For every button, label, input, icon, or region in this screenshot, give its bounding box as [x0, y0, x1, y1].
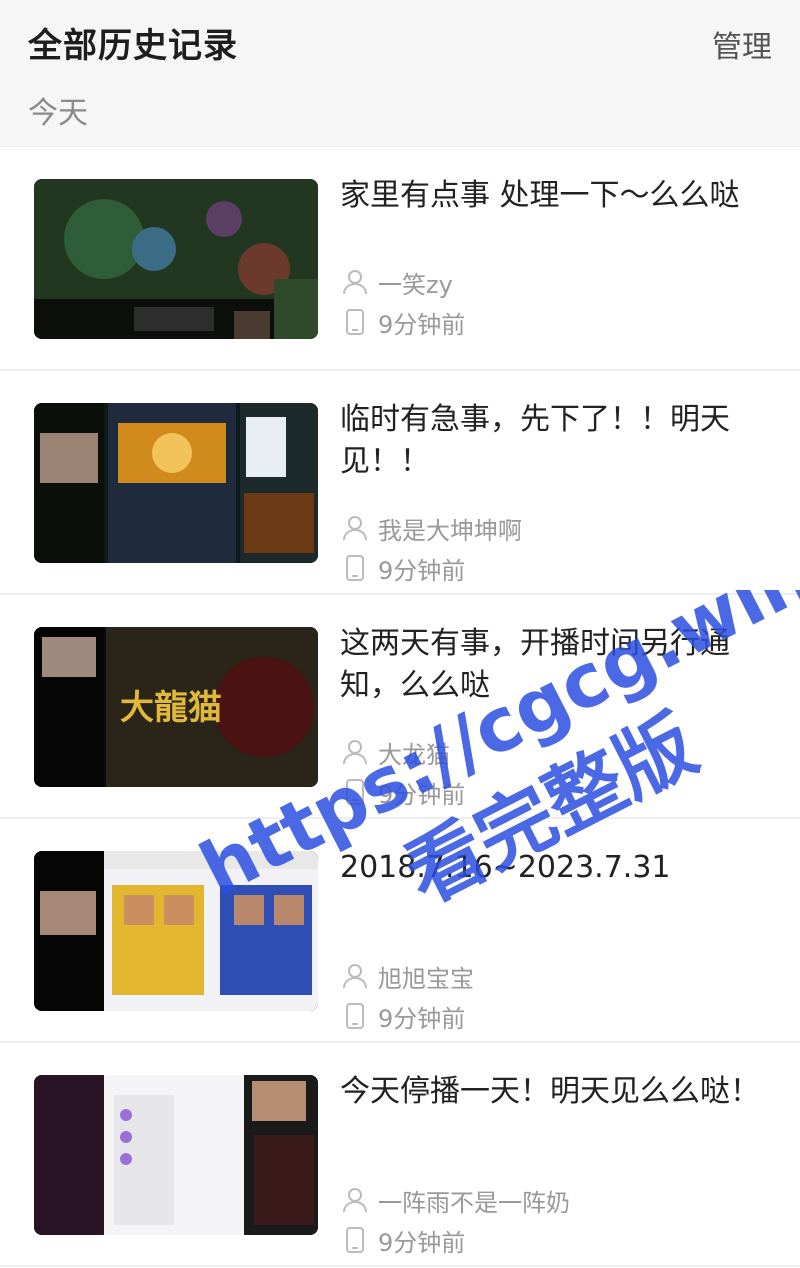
user-icon — [340, 737, 370, 767]
time-row: 9分钟前 — [340, 1223, 465, 1257]
user-icon — [340, 267, 370, 297]
item-title: 2018.7.16~2023.7.31 — [340, 850, 671, 885]
video-thumbnail[interactable] — [34, 1075, 318, 1235]
history-item[interactable]: 家里有点事 处理一下～么么哒 一笑zy 9分钟前 — [0, 147, 800, 371]
thumbnail-logo: 大龍猫 — [120, 688, 222, 728]
phone-icon — [340, 307, 370, 337]
header: 全部历史记录 管理 今天 — [0, 0, 800, 147]
item-title: 临时有急事，先下了！！明天见！！ — [340, 402, 730, 479]
phone-icon — [340, 553, 370, 583]
streamer-row: 一阵雨不是一阵奶 — [340, 1183, 570, 1217]
streamer-row: 我是大坤坤啊 — [340, 511, 522, 545]
history-item[interactable]: 临时有急事，先下了！！明天见！！ 我是大坤坤啊 9分钟前 — [0, 371, 800, 595]
time-row: 9分钟前 — [340, 551, 465, 585]
history-item[interactable]: 大龍猫 这两天有事，开播时间另行通知，么么哒 大龙猫 9分钟前 — [0, 595, 800, 819]
streamer-row: 一笑zy — [340, 265, 453, 299]
history-item[interactable]: 今天停播一天！明天见么么哒！ 一阵雨不是一阵奶 9分钟前 — [0, 1043, 800, 1267]
streamer-name: 我是大坤坤啊 — [378, 516, 522, 545]
thumbnail-image — [34, 851, 318, 1011]
time-row: 9分钟前 — [340, 775, 465, 809]
phone-icon — [340, 1225, 370, 1255]
video-thumbnail[interactable] — [34, 403, 318, 563]
user-icon — [340, 1185, 370, 1215]
manage-button[interactable]: 管理 — [712, 22, 772, 66]
watch-time: 9分钟前 — [378, 556, 466, 585]
streamer-row: 大龙猫 — [340, 735, 450, 769]
history-list: 家里有点事 处理一下～么么哒 一笑zy 9分钟前 临时有急事，先下了！！明天见！… — [0, 147, 800, 1267]
video-thumbnail[interactable] — [34, 851, 318, 1011]
thumbnail-image — [34, 403, 318, 563]
item-title: 今天停播一天！明天见么么哒！ — [340, 1074, 760, 1109]
user-icon — [340, 513, 370, 543]
watch-time: 9分钟前 — [378, 780, 466, 809]
section-label-today: 今天 — [28, 96, 88, 131]
video-thumbnail[interactable] — [34, 179, 318, 339]
video-thumbnail[interactable]: 大龍猫 — [34, 627, 318, 787]
streamer-name: 旭旭宝宝 — [378, 964, 474, 993]
watch-time: 9分钟前 — [378, 1004, 466, 1033]
watch-time: 9分钟前 — [378, 1228, 466, 1257]
streamer-name: 一阵雨不是一阵奶 — [378, 1188, 570, 1217]
page-title: 全部历史记录 — [28, 26, 238, 66]
item-title: 家里有点事 处理一下～么么哒 — [340, 178, 740, 213]
streamer-row: 旭旭宝宝 — [340, 959, 474, 993]
thumbnail-image: 大龍猫 — [34, 627, 318, 787]
watch-time: 9分钟前 — [378, 310, 466, 339]
streamer-name: 一笑zy — [378, 270, 453, 299]
thumbnail-image — [34, 1075, 318, 1235]
item-title: 这两天有事，开播时间另行通知，么么哒 — [340, 626, 730, 703]
phone-icon — [340, 777, 370, 807]
time-row: 9分钟前 — [340, 305, 465, 339]
streamer-name: 大龙猫 — [378, 740, 450, 769]
user-icon — [340, 961, 370, 991]
history-item[interactable]: 2018.7.16~2023.7.31 旭旭宝宝 9分钟前 — [0, 819, 800, 1043]
time-row: 9分钟前 — [340, 999, 465, 1033]
phone-icon — [340, 1001, 370, 1031]
thumbnail-image — [34, 179, 318, 339]
